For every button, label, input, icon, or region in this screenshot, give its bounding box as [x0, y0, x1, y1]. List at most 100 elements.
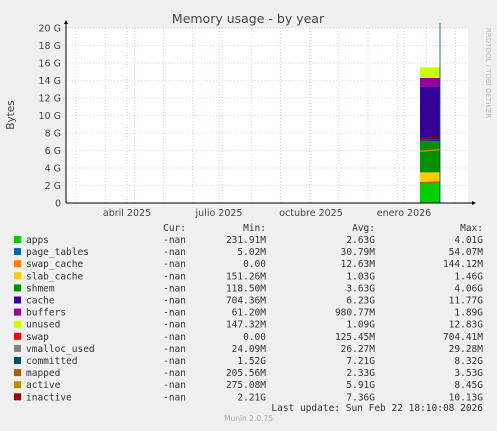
legend-value: 4.06G	[454, 283, 483, 294]
legend-value: 144.12M	[443, 259, 483, 270]
line-mapped	[419, 181, 441, 184]
y-tick-label: 2 G	[45, 181, 61, 192]
legend-value: 125.45M	[335, 332, 375, 343]
legend-value: 1.89G	[454, 308, 483, 319]
legend-value: 24.09M	[232, 344, 267, 355]
y-tick-label: 6 G	[45, 146, 61, 157]
legend-name-cache: cache	[26, 296, 55, 307]
legend-value: -nan	[163, 235, 186, 246]
legend-value: -nan	[163, 356, 186, 367]
legend-swatch-page_tables	[14, 248, 21, 256]
x-tick-label: enero 2026	[377, 208, 431, 219]
legend-name-apps: apps	[26, 235, 49, 246]
legend-value: -nan	[163, 247, 186, 258]
legend-value: 1.46G	[454, 271, 483, 282]
area-shmem	[420, 140, 440, 173]
y-tick-label: 18 G	[39, 41, 61, 52]
legend-swatch-vmalloc_used	[14, 344, 21, 352]
legend-value: 26.27M	[341, 344, 376, 355]
legend-value: -nan	[163, 380, 186, 391]
area-apps	[420, 182, 440, 203]
legend-value: 5.91G	[346, 380, 375, 391]
y-tick-label: 16 G	[39, 59, 61, 70]
legend-swatch-unused	[14, 320, 21, 328]
legend-column-header: Min:	[243, 223, 266, 234]
rrdtool-credit: RRDTOOL / TOBI OETIKER	[484, 28, 492, 118]
y-axis-arrow	[64, 20, 68, 24]
legend-value: 2.63G	[346, 235, 375, 246]
legend-value: 704.41M	[443, 332, 483, 343]
legend-name-committed: committed	[26, 356, 77, 367]
legend-name-unused: unused	[26, 320, 60, 331]
y-tick-label: 0	[55, 199, 61, 210]
legend-value: 54.07M	[449, 247, 484, 258]
legend-value: 12.83G	[449, 320, 484, 331]
legend-value: 980.77M	[335, 308, 375, 319]
legend-value: -nan	[163, 320, 186, 331]
legend-value: 231.91M	[226, 235, 266, 246]
legend-name-active: active	[26, 380, 61, 391]
y-tick-label: 4 G	[45, 164, 61, 175]
area-slab_cache	[420, 172, 440, 182]
legend-column-header: Max:	[460, 223, 483, 234]
legend-value: 8.32G	[454, 356, 483, 367]
legend-value: -nan	[163, 308, 186, 319]
legend-value: 3.63G	[346, 283, 375, 294]
legend-value: 29.28M	[449, 344, 484, 355]
y-tick-label: 10 G	[39, 111, 61, 122]
legend-value: -nan	[163, 332, 186, 343]
legend-swatch-committed	[14, 357, 21, 364]
legend-swatch-swap	[14, 332, 21, 340]
legend-value: 275.08M	[226, 380, 266, 391]
area-buffers	[420, 77, 440, 87]
legend-name-swap: swap	[26, 332, 49, 343]
legend-name-buffers: buffers	[26, 308, 66, 319]
legend-value: 2.21G	[237, 392, 266, 403]
area-cache	[420, 86, 440, 141]
last-update: Last update: Sun Feb 22 18:10:08 2026	[271, 403, 483, 414]
legend-value: 7.21G	[346, 356, 375, 367]
munin-version: Munin 2.0.75	[223, 414, 274, 423]
legend-swatch-inactive	[14, 393, 21, 401]
legend-value: 3.53G	[454, 368, 483, 379]
memory-chart: 0 2 G 4 G 6 G 8 G 10 G 12 G 14 G 16 G 18 G 20 G abr…	[5, 11, 492, 414]
legend-swatch-buffers	[14, 308, 21, 316]
legend-value: 6.23G	[346, 296, 375, 307]
legend-value: 10.13G	[449, 392, 484, 403]
legend-value: -nan	[163, 344, 186, 355]
y-axis-label: Bytes	[5, 100, 17, 129]
legend-value: 151.26M	[226, 271, 266, 282]
legend-swatch-apps	[14, 236, 21, 243]
legend-value: -nan	[163, 296, 186, 307]
y-tick-label: 8 G	[45, 129, 61, 140]
legend-value: -nan	[163, 259, 186, 270]
legend-value: 30.79M	[341, 247, 376, 258]
legend-value: 205.56M	[226, 368, 266, 379]
legend-value: 61.20M	[232, 308, 267, 319]
x-tick-label: abril 2025	[103, 208, 151, 219]
legend-value: 12.63M	[341, 259, 376, 270]
legend-swatch-cache	[14, 296, 21, 304]
legend-value: 5.02M	[237, 247, 266, 258]
legend-value: 118.50M	[226, 283, 266, 294]
legend-name-vmalloc_used: vmalloc_used	[26, 344, 95, 355]
legend-value: 0.00	[243, 332, 266, 343]
legend-value: 7.36G	[346, 392, 375, 403]
legend-value: 704.36M	[226, 296, 266, 307]
legend-column-header: Cur:	[163, 223, 186, 234]
legend-value: 4.01G	[454, 235, 483, 246]
legend-value: 1.09G	[346, 320, 375, 331]
y-tick-label: 12 G	[39, 94, 61, 105]
legend-value: -nan	[163, 392, 186, 403]
legend-name-inactive: inactive	[26, 392, 72, 403]
legend-value: 1.52G	[237, 356, 266, 367]
legend-name-page_tables: page_tables	[26, 247, 89, 258]
legend-value: -nan	[163, 271, 186, 282]
x-tick-label: octubre 2025	[279, 208, 343, 219]
legend-value: 2.33G	[346, 368, 375, 379]
area-unused	[420, 67, 440, 78]
legend-table: Cur: Min: Avg: Max: apps -nan 231.91M 2.63G 4.01…	[14, 223, 483, 403]
line-committed	[419, 138, 441, 141]
x-axis-arrow	[472, 201, 476, 205]
chart-title: Memory usage - by year	[172, 11, 325, 26]
